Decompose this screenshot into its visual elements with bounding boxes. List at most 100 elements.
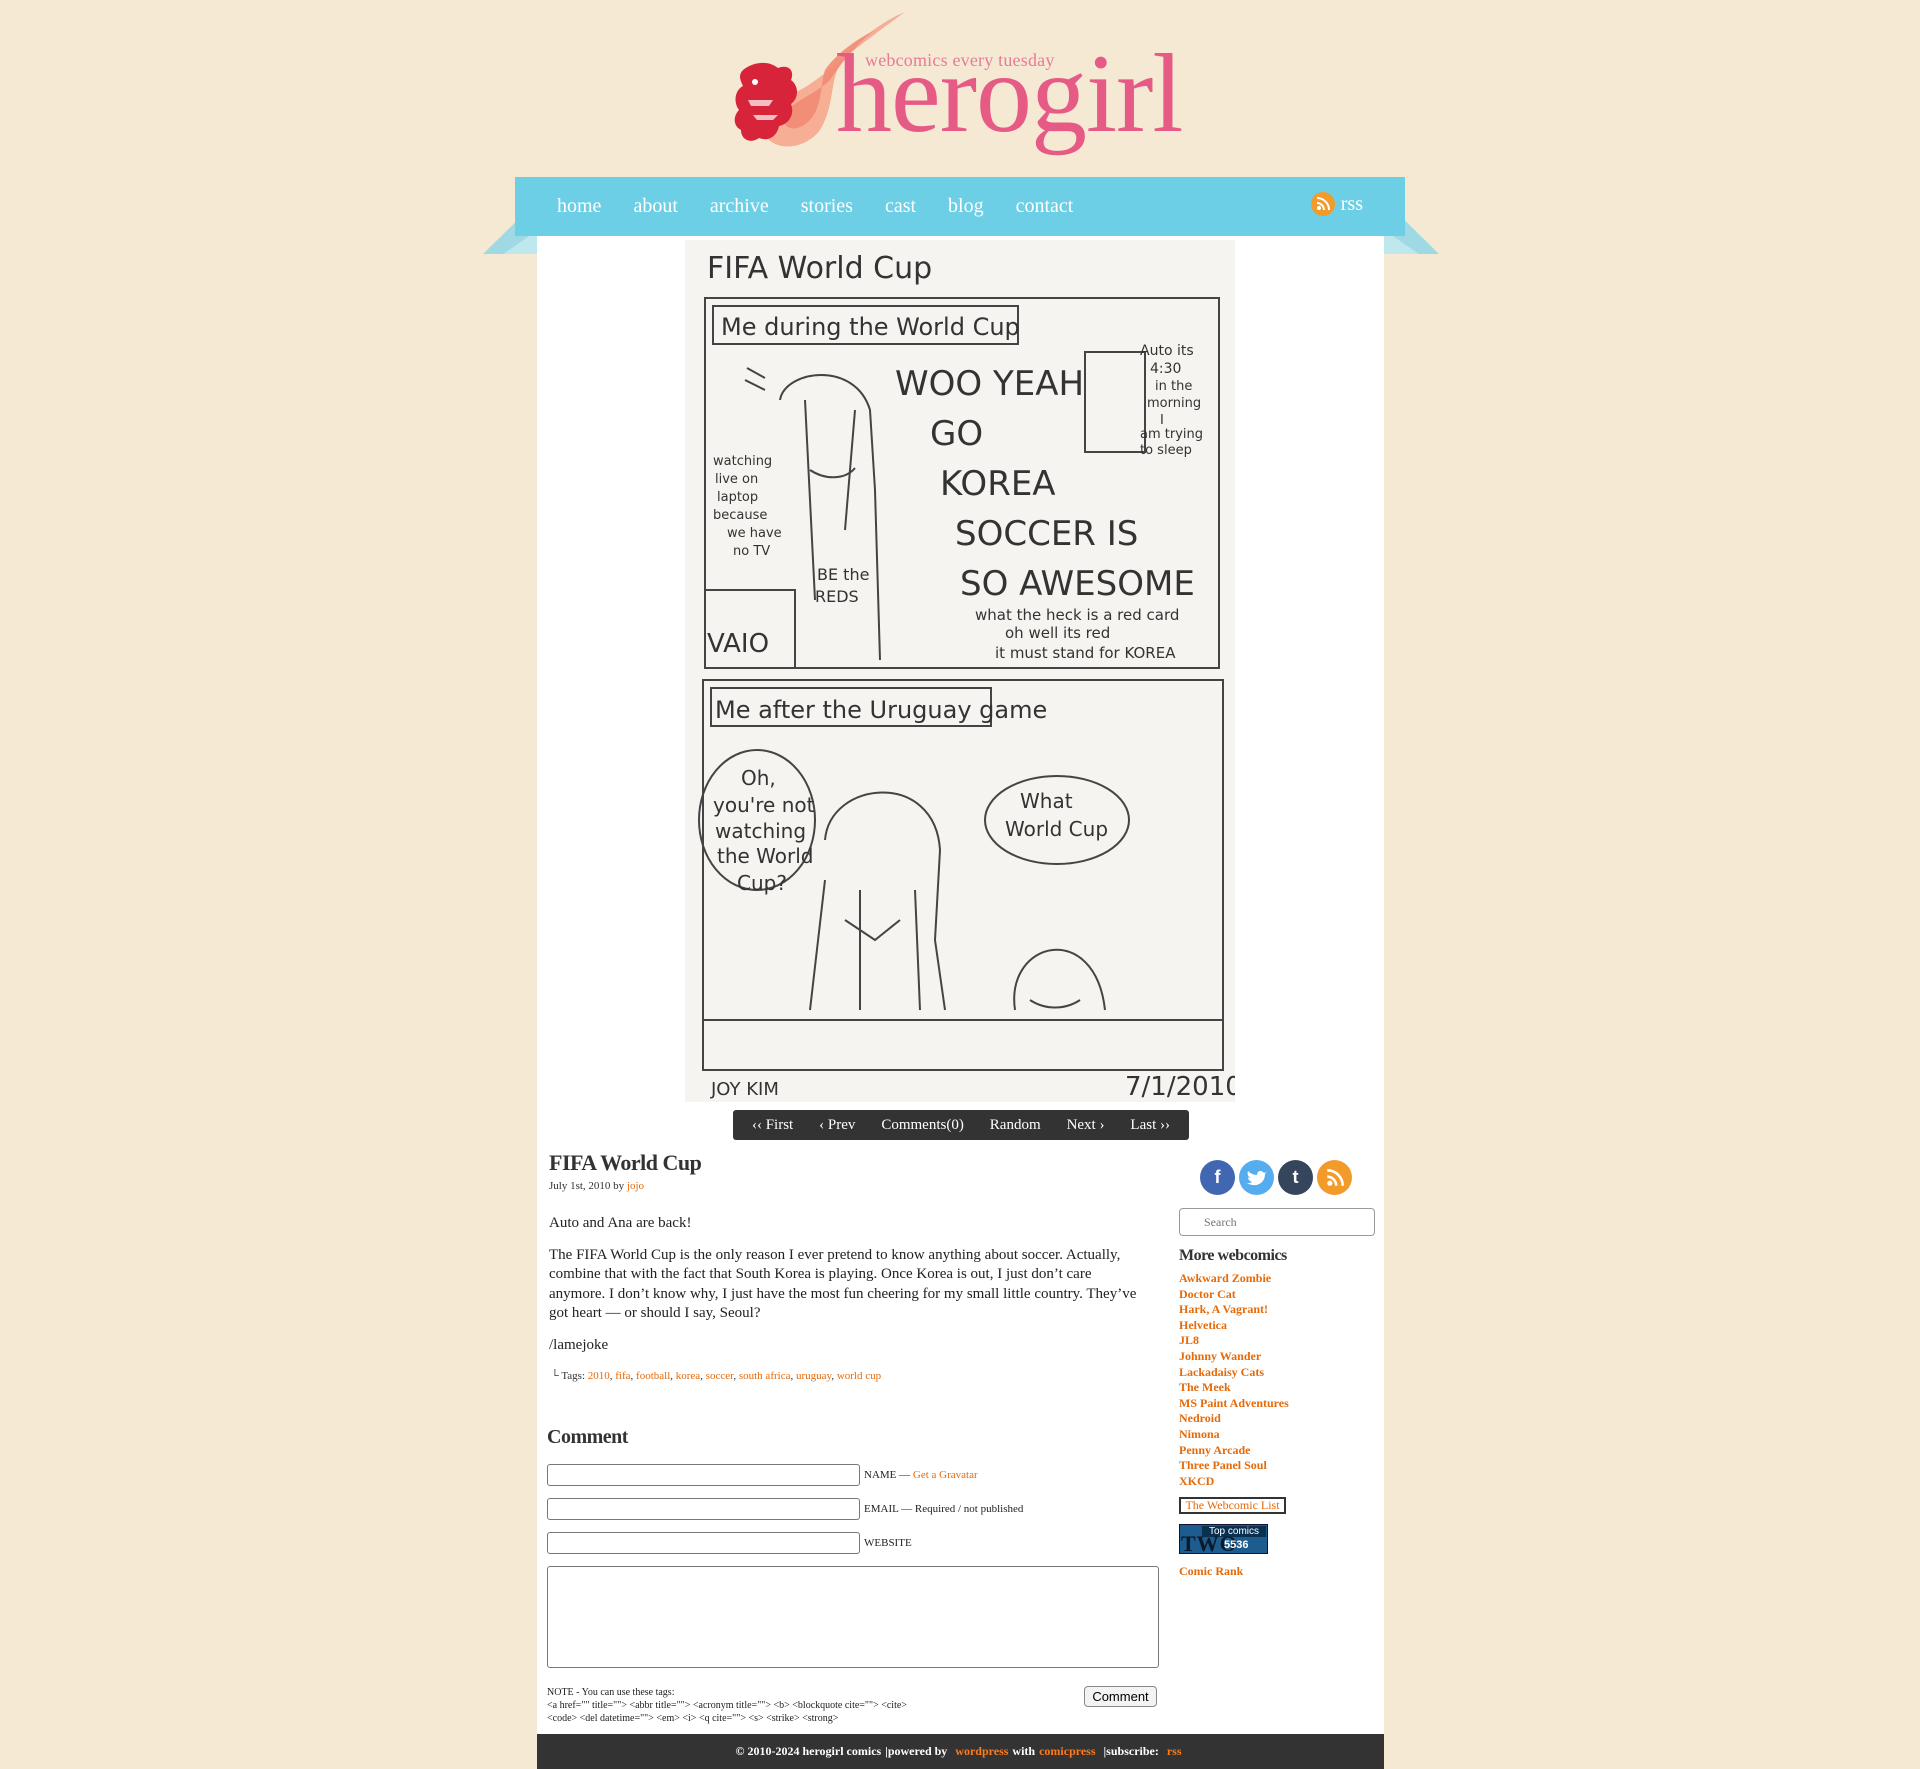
webcomic-link[interactable]: Hark, A Vagrant! — [1179, 1302, 1289, 1318]
more-webcomics-heading: More webcomics — [1179, 1247, 1287, 1264]
tag-link[interactable]: korea — [676, 1370, 700, 1382]
footer-powered: |powered by — [885, 1744, 948, 1758]
tags-label: └ Tags: — [551, 1370, 586, 1382]
comic-text-door5: I — [1160, 413, 1164, 428]
comic-text-side5: we have — [727, 526, 782, 541]
comic-text-shout5: SO AWESOME — [960, 564, 1195, 604]
footer-rss-link[interactable]: rss — [1167, 1744, 1182, 1759]
post-author-link[interactable]: jojo — [627, 1180, 644, 1192]
comic-text-laptop: VAIO — [707, 629, 769, 659]
email-field[interactable] — [547, 1498, 860, 1520]
comic-text-side1: watching — [713, 454, 772, 469]
tag-link[interactable]: soccer — [706, 1370, 734, 1382]
webcomic-link[interactable]: Doctor Cat — [1179, 1287, 1289, 1303]
comic-text-side2: live on — [715, 472, 758, 487]
webcomic-link[interactable]: Nedroid — [1179, 1411, 1289, 1427]
comic-text-redcard3: it must stand for KOREA — [995, 644, 1176, 662]
nav-home[interactable]: home — [557, 195, 601, 218]
comic-text-shirt1: BE the — [817, 565, 869, 584]
gravatar-link[interactable]: Get a Gravatar — [913, 1469, 978, 1481]
nav-stories[interactable]: stories — [801, 195, 853, 218]
comic-text-shout3: KOREA — [940, 464, 1056, 504]
webcomic-link[interactable]: The Meek — [1179, 1380, 1289, 1396]
comic-navigation: ‹‹ First ‹ Prev Comments(0) Random Next … — [733, 1110, 1189, 1140]
tag-link[interactable]: south africa — [739, 1370, 791, 1382]
comments-link[interactable]: Comments(0) — [881, 1117, 964, 1134]
comment-textarea[interactable] — [547, 1566, 1159, 1668]
comic-text-door4: morning — [1147, 396, 1201, 411]
note-line: <code> <del datetime=""> <em> <i> <q cit… — [547, 1713, 839, 1724]
first-comic-link[interactable]: ‹‹ First — [752, 1117, 793, 1134]
webcomic-links: Awkward Zombie Doctor Cat Hark, A Vagran… — [1179, 1271, 1289, 1489]
nav-about[interactable]: about — [633, 195, 677, 218]
webcomic-link[interactable]: Nimona — [1179, 1427, 1289, 1443]
webcomic-link[interactable]: MS Paint Adventures — [1179, 1396, 1289, 1412]
comic-text-bubble1-line1: Oh, — [741, 766, 776, 790]
prev-comic-link[interactable]: ‹ Prev — [819, 1117, 855, 1134]
comic-text-shout1: WOO YEAH — [895, 364, 1084, 404]
comic-text-side6: no TV — [733, 544, 770, 559]
post-tags: └ Tags: 2010, fifa, football, korea, soc… — [551, 1370, 882, 1382]
social-links: f t — [1200, 1160, 1356, 1195]
topcomics-badge[interactable]: Top comics TWO 5536 — [1179, 1524, 1268, 1555]
name-label-text: NAME — — [864, 1469, 911, 1481]
tumblr-icon[interactable]: t — [1278, 1160, 1313, 1195]
tag-link[interactable]: fifa — [615, 1370, 630, 1382]
nav-rss[interactable]: rss — [1310, 192, 1363, 216]
comic-panel1-caption: Me during the World Cup — [721, 313, 1020, 341]
comic-text-door3: in the — [1155, 379, 1192, 394]
webcomic-list-badge[interactable]: The Webcomic List — [1179, 1497, 1286, 1514]
tag-link[interactable]: uruguay — [796, 1370, 831, 1382]
random-comic-link[interactable]: Random — [990, 1117, 1041, 1134]
post-title: FIFA World Cup — [549, 1150, 702, 1175]
comic-text-shout2: GO — [930, 414, 983, 454]
comic-text-redcard1: what the heck is a red card — [975, 606, 1179, 624]
post-paragraph: The FIFA World Cup is the only reason I … — [549, 1246, 1137, 1322]
footer-subscribe: |subscribe: — [1103, 1744, 1159, 1758]
tag-link[interactable]: world cup — [837, 1370, 881, 1382]
webcomic-link[interactable]: Three Panel Soul — [1179, 1458, 1289, 1474]
webcomic-link[interactable]: XKCD — [1179, 1474, 1289, 1490]
nav-archive[interactable]: archive — [710, 195, 769, 218]
last-comic-link[interactable]: Last ›› — [1130, 1117, 1170, 1134]
allowed-tags-note: NOTE - You can use these tags: <a href="… — [547, 1686, 1077, 1725]
comicpress-link[interactable]: comicpress — [1039, 1744, 1095, 1759]
facebook-icon[interactable]: f — [1200, 1160, 1235, 1195]
website-row: WEBSITE — [547, 1532, 912, 1554]
webcomic-link[interactable]: Awkward Zombie — [1179, 1271, 1289, 1287]
email-row: EMAIL — Required / not published — [547, 1498, 1023, 1520]
topcomics-rank: 5536 — [1224, 1539, 1249, 1551]
webcomic-link[interactable]: JL8 — [1179, 1333, 1289, 1349]
comic-text-side4: because — [713, 508, 767, 523]
tag-link[interactable]: football — [636, 1370, 670, 1382]
name-label: NAME — Get a Gravatar — [864, 1469, 978, 1481]
site-footer: © 2010-2024 herogirl comics |powered by … — [537, 1734, 1384, 1769]
webcomic-link[interactable]: Lackadaisy Cats — [1179, 1365, 1289, 1381]
comic-rank-link[interactable]: Comic Rank — [1179, 1564, 1243, 1579]
comic-image: FIFA World Cup Me during the World Cup W… — [685, 240, 1242, 1102]
submit-comment-button[interactable]: Comment — [1084, 1686, 1157, 1707]
comment-heading: Comment — [547, 1426, 628, 1448]
next-comic-link[interactable]: Next › — [1067, 1117, 1105, 1134]
comic-text-bubble1-line3: watching — [715, 819, 806, 843]
wordpress-link[interactable]: wordpress — [955, 1744, 1008, 1759]
nav-contact[interactable]: contact — [1016, 195, 1074, 218]
post-meta: July 1st, 2010 by jojo — [549, 1180, 644, 1192]
website-field[interactable] — [547, 1532, 860, 1554]
webcomic-link[interactable]: Helvetica — [1179, 1318, 1289, 1334]
comic-text-bubble1-line2: you're not — [713, 793, 815, 817]
twitter-icon[interactable] — [1239, 1160, 1274, 1195]
search-input[interactable] — [1179, 1208, 1375, 1236]
site-logo[interactable]: webcomics every tuesday herogirl — [725, 10, 1205, 170]
rss-icon[interactable] — [1317, 1160, 1352, 1195]
comic-signature: JOY KIM — [710, 1079, 779, 1100]
webcomic-link[interactable]: Penny Arcade — [1179, 1443, 1289, 1459]
name-field[interactable] — [547, 1464, 860, 1486]
comic-text-bubble1-line4: the World — [717, 844, 814, 868]
tag-link[interactable]: 2010 — [588, 1370, 610, 1382]
nav-blog[interactable]: blog — [948, 195, 984, 218]
nav-cast[interactable]: cast — [885, 195, 916, 218]
comic-text-bubble1-line5: Cup? — [737, 871, 787, 895]
webcomic-link[interactable]: Johnny Wander — [1179, 1349, 1289, 1365]
rss-icon — [1310, 192, 1335, 216]
